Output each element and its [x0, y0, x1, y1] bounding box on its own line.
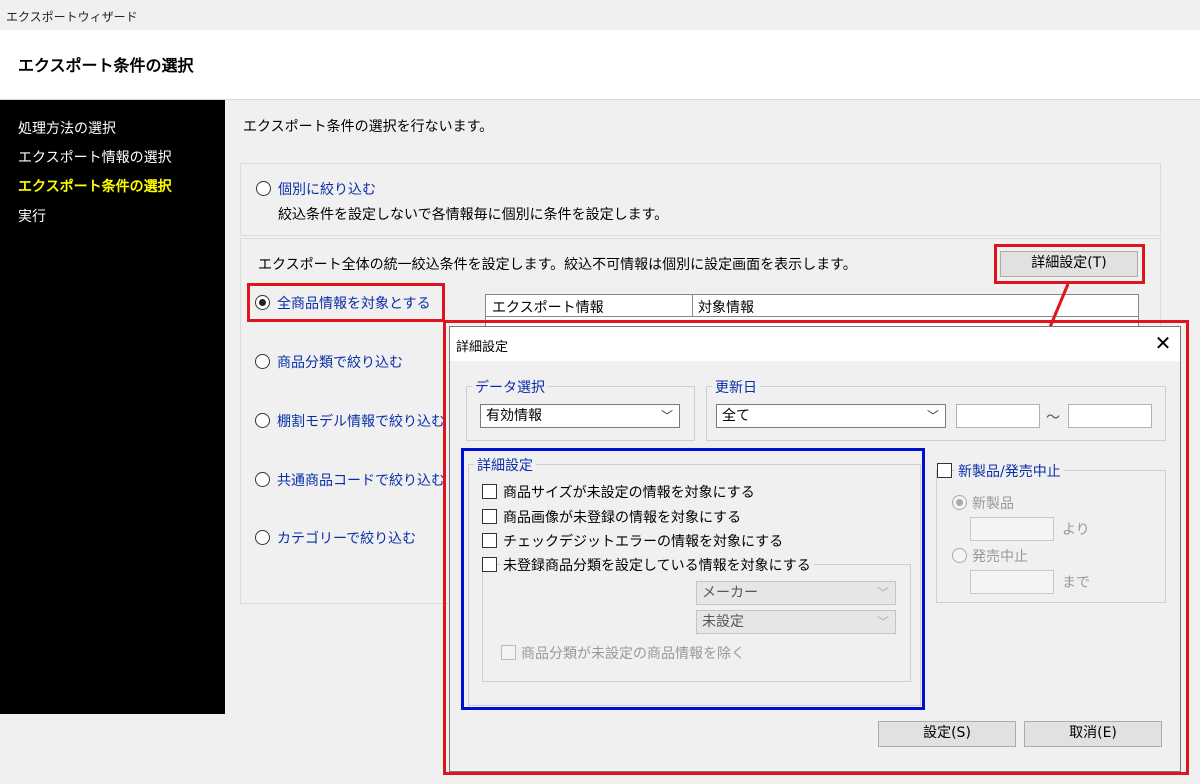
table-header-export-info: エクスポート情報	[492, 300, 604, 316]
window-title: エクスポートウィザード	[6, 10, 138, 24]
sidebar-item-method: 処理方法の選択	[18, 121, 116, 137]
highlight-dialog	[443, 320, 1189, 775]
option-shelf-radio[interactable]	[255, 413, 270, 428]
option-tag-label[interactable]: カテゴリーで絞り込む	[277, 528, 416, 548]
individual-description: 絞込条件を設定しないで各情報毎に個別に条件を設定します。	[278, 207, 669, 223]
table-divider	[692, 295, 693, 317]
option-common-code-label[interactable]: 共通商品コードで絞り込む	[277, 470, 445, 490]
individual-label[interactable]: 個別に絞り込む	[278, 179, 376, 199]
option-tag-radio[interactable]	[255, 530, 270, 545]
unified-description: エクスポート全体の統一絞込条件を設定します。絞込不可情報は個別に設定画面を表示し…	[258, 257, 857, 273]
highlight-all-option	[247, 283, 445, 322]
individual-radio[interactable]	[256, 181, 271, 196]
sidebar-item-export-conditions: エクスポート条件の選択	[18, 179, 172, 195]
header: エクスポート条件の選択	[0, 30, 1200, 100]
option-shelf-label[interactable]: 棚割モデル情報で絞り込む	[277, 411, 445, 431]
main-description: エクスポート条件の選択を行ないます。	[243, 119, 494, 135]
sidebar: 処理方法の選択 エクスポート情報の選択 エクスポート条件の選択 実行	[0, 100, 225, 714]
page-title: エクスポート条件の選択	[18, 56, 194, 75]
sidebar-item-export-info: エクスポート情報の選択	[18, 150, 172, 166]
table-header-target-info: 対象情報	[698, 300, 754, 316]
option-common-code-radio[interactable]	[255, 472, 270, 487]
option-category-label[interactable]: 商品分類で絞り込む	[277, 352, 403, 372]
option-category-radio[interactable]	[255, 354, 270, 369]
individual-panel: 個別に絞り込む 絞込条件を設定しないで各情報毎に個別に条件を設定します。	[240, 163, 1161, 236]
sidebar-item-run: 実行	[18, 209, 46, 225]
highlight-detail-button	[994, 244, 1145, 284]
